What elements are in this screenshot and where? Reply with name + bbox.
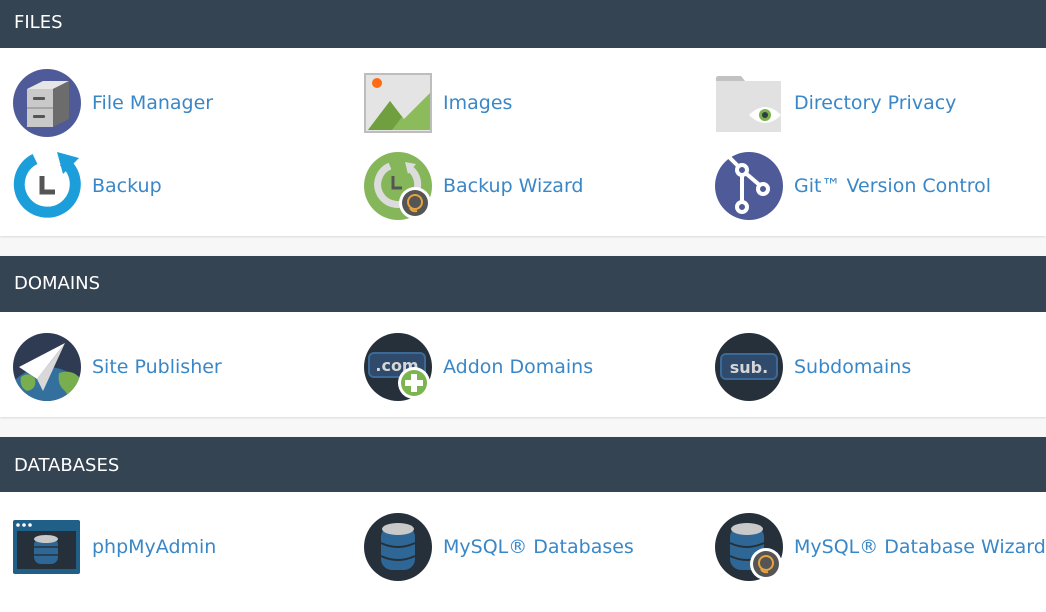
section-header-databases[interactable]: DATABASES [0,437,1046,492]
section-domains: DOMAINS Site Publisher .com Addon Domain… [0,256,1046,417]
image-icon [364,73,432,133]
phpmyadmin-link[interactable]: phpMyAdmin [13,513,216,581]
site-publisher-label: Site Publisher [92,356,222,378]
section-body-files: File Manager Images Directory Privacy Ba… [0,48,1046,236]
addon-domains-label: Addon Domains [443,356,594,378]
backup-wizard-link[interactable]: Backup Wizard [364,152,584,220]
folder-eye-icon [716,76,781,132]
images-label: Images [443,92,513,114]
section-files: FILES File Manager Images Directory Priv… [0,0,1046,236]
directory-privacy-link[interactable]: Directory Privacy [715,69,956,137]
section-header-domains[interactable]: DOMAINS [0,256,1046,312]
git-version-control-label: Git™ Version Control [794,175,992,197]
section-databases: DATABASES phpMyAdmin MySQL® Databases My… [0,437,1046,612]
backup-link[interactable]: Backup [13,152,162,220]
git-version-control-link[interactable]: Git™ Version Control [715,152,991,220]
backup-label: Backup [92,175,162,197]
backup-wizard-label: Backup Wizard [443,175,584,197]
file-cabinet-icon [13,69,81,137]
mysql-databases-label: MySQL® Databases [443,536,634,558]
mysql-database-wizard-link[interactable]: MySQL® Database Wizard [715,513,1046,581]
directory-privacy-label: Directory Privacy [794,92,957,114]
backup-wizard-icon [364,152,432,220]
site-publisher-link[interactable]: Site Publisher [13,333,222,401]
mysql-databases-link[interactable]: MySQL® Databases [364,513,634,581]
section-body-domains: Site Publisher .com Addon Domains sub. S… [0,312,1046,417]
paper-plane-globe-icon [13,333,81,401]
database-icon [364,513,432,581]
com-plus-icon: .com [364,333,432,401]
phpmyadmin-label: phpMyAdmin [92,536,217,558]
subdomains-link[interactable]: sub. Subdomains [715,333,911,401]
section-header-files[interactable]: FILES [0,0,1046,48]
file-manager-label: File Manager [92,92,214,114]
images-link[interactable]: Images [364,69,512,137]
subdomains-label: Subdomains [794,356,912,378]
backup-clock-icon [13,152,81,218]
git-branch-icon [715,152,783,220]
svg-text:sub.: sub. [730,358,768,377]
file-manager-link[interactable]: File Manager [13,69,213,137]
sub-domain-icon: sub. [715,333,783,401]
mysql-database-wizard-label: MySQL® Database Wizard [794,536,1046,558]
section-body-databases: phpMyAdmin MySQL® Databases MySQL® Datab… [0,492,1046,612]
addon-domains-link[interactable]: .com Addon Domains [364,333,593,401]
database-window-icon [13,520,80,574]
database-wizard-icon [715,513,783,581]
